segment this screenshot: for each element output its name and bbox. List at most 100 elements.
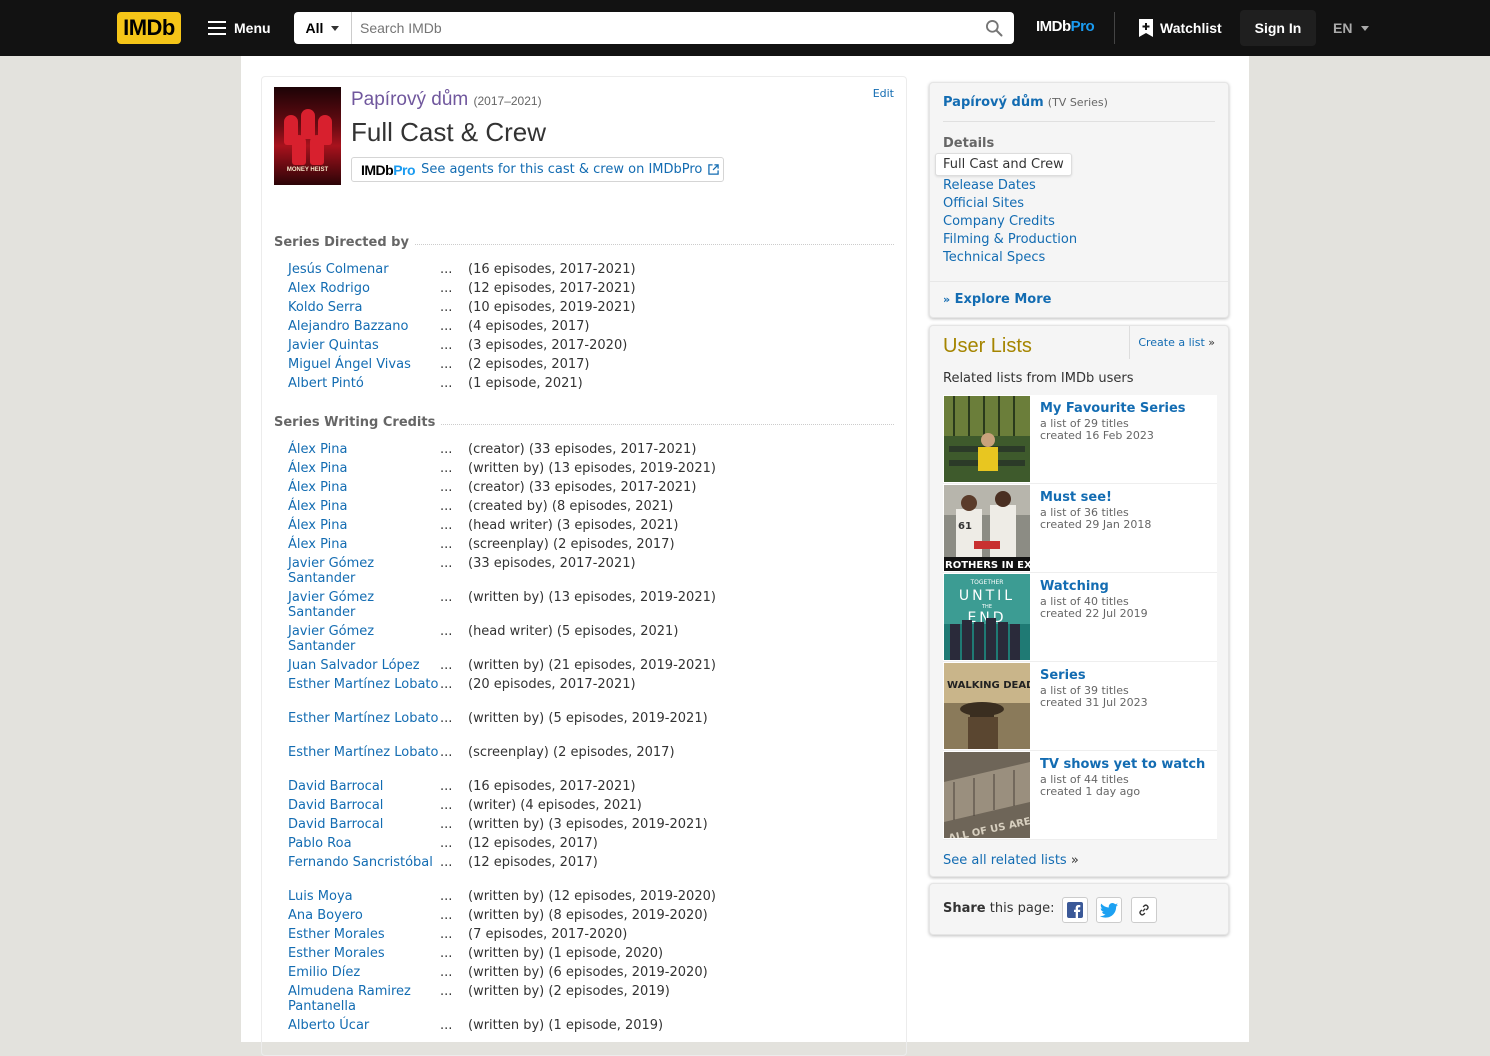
list-title-link[interactable]: My Favourite Series xyxy=(1040,401,1186,416)
share-copy-link-button[interactable] xyxy=(1131,897,1157,923)
person-link[interactable]: David Barrocal xyxy=(288,798,440,813)
credit-detail: (written by) (13 episodes, 2019-2021) xyxy=(468,590,716,605)
list-item[interactable]: TOGETHER UNTIL THE END Watching a list o… xyxy=(943,573,1217,662)
share-facebook-button[interactable] xyxy=(1062,897,1088,923)
create-list-link[interactable]: Create a list » xyxy=(1129,326,1215,359)
share-twitter-button[interactable] xyxy=(1096,897,1122,923)
watchlist-button[interactable]: Watchlist xyxy=(1130,12,1230,44)
sign-in-button[interactable]: Sign In xyxy=(1240,10,1316,46)
directed-by-list: Jesús Colmenar... (16 episodes, 2017-2021… xyxy=(288,262,888,395)
credit-detail: (head writer) (3 episodes, 2021) xyxy=(468,518,679,533)
list-thumbnail[interactable]: TOGETHER UNTIL THE END xyxy=(944,574,1030,660)
list-item[interactable]: WALKING DEAD Series a list of 39 titles c… xyxy=(943,662,1217,751)
list-thumbnail[interactable] xyxy=(944,396,1030,482)
list-thumbnail[interactable]: WALKING DEAD xyxy=(944,663,1030,749)
credit-row: Emilio Díez... (written by) (6 episodes, … xyxy=(288,965,708,980)
credit-detail: (7 episodes, 2017-2020) xyxy=(468,927,628,942)
person-link[interactable]: Esther Martínez Lobato xyxy=(288,745,440,760)
parent-title-link[interactable]: Papírový dům xyxy=(351,89,468,110)
person-link[interactable]: Álex Pina xyxy=(288,518,440,533)
credit-row: Alex Rodrigo... (12 episodes, 2017-2021) xyxy=(288,281,636,296)
imdb-logo[interactable]: IMDb xyxy=(117,12,181,44)
person-link[interactable]: Luis Moya xyxy=(288,889,440,904)
title-poster[interactable]: MONEY HEIST xyxy=(274,87,341,185)
credit-detail: (written by) (3 episodes, 2019-2021) xyxy=(468,817,708,832)
imdbpro-link[interactable]: IMDbPro xyxy=(1036,18,1095,38)
page-wrapper: MONEY HEIST Papírový dům (2017–2021) Edi… xyxy=(241,56,1249,1056)
search-category-dropdown[interactable]: All xyxy=(294,12,352,44)
divider xyxy=(930,281,1228,282)
person-link[interactable]: Álex Pina xyxy=(288,442,440,457)
list-item[interactable]: My Favourite Series a list of 29 titles c… xyxy=(943,395,1217,484)
person-link[interactable]: David Barrocal xyxy=(288,817,440,832)
person-link[interactable]: Albert Pintó xyxy=(288,376,440,391)
explore-more-button[interactable]: » Explore More xyxy=(943,292,1051,307)
sidebar-item-release-dates[interactable]: Release Dates xyxy=(943,177,1077,195)
person-link[interactable]: Esther Martínez Lobato xyxy=(288,711,440,726)
credit-detail: (written by) (12 episodes, 2019-2020) xyxy=(468,889,716,904)
person-link[interactable]: David Barrocal xyxy=(288,779,440,794)
language-selector[interactable]: EN xyxy=(1326,12,1376,44)
list-meta: a list of 39 titles created 31 Jul 2023 xyxy=(1040,684,1148,709)
person-link[interactable]: Fernando Sancristóbal xyxy=(288,855,440,870)
credit-row: Luis Moya... (written by) (12 episodes, 2… xyxy=(288,889,716,904)
list-title-link[interactable]: Must see! xyxy=(1040,490,1112,505)
person-link[interactable]: Javier Gómez Santander xyxy=(288,590,440,620)
list-item[interactable]: ALL OF US ARE DEAD TV shows yet to watch… xyxy=(943,751,1217,840)
see-all-related-lists[interactable]: See all related lists » xyxy=(943,853,1079,868)
person-link[interactable]: Alberto Úcar xyxy=(288,1018,440,1033)
search-input[interactable] xyxy=(352,13,974,43)
sidebar-item-company-credits[interactable]: Company Credits xyxy=(943,213,1077,231)
details-nav-list: Full Cast and Crew Release Dates Officia… xyxy=(935,153,1077,267)
person-link[interactable]: Esther Martínez Lobato xyxy=(288,677,440,692)
person-link[interactable]: Esther Morales xyxy=(288,927,440,942)
sidebar-item-technical-specs[interactable]: Technical Specs xyxy=(943,249,1077,267)
credit-row: Almudena Ramirez Pantanella... (written b… xyxy=(288,984,670,1014)
credit-row: Javier Gómez Santander... (written by) (1… xyxy=(288,590,716,620)
person-link[interactable]: Álex Pina xyxy=(288,499,440,514)
list-thumbnail[interactable]: 61 ROTHERS IN EXIL xyxy=(944,485,1030,571)
person-link[interactable]: Álex Pina xyxy=(288,537,440,552)
see-all-suffix: » xyxy=(1070,853,1079,868)
imdbpro-agents-banner[interactable]: IMDbPro See agents for this cast & crew … xyxy=(351,157,724,182)
credit-detail: (created by) (8 episodes, 2021) xyxy=(468,499,674,514)
credit-detail: (20 episodes, 2017-2021) xyxy=(468,677,636,692)
person-link[interactable]: Miguel Ángel Vivas xyxy=(288,357,440,372)
person-link[interactable]: Almudena Ramirez Pantanella xyxy=(288,984,440,1014)
sidebar-item-official-sites[interactable]: Official Sites xyxy=(943,195,1077,213)
person-link[interactable]: Pablo Roa xyxy=(288,836,440,851)
imdbpro-agents-link-text: See agents for this cast & crew on IMDbP… xyxy=(421,162,703,177)
edit-link[interactable]: Edit xyxy=(873,87,894,100)
credit-row: Esther Morales... (7 episodes, 2017-2020) xyxy=(288,927,628,942)
sidebar-series-link[interactable]: Papírový dům xyxy=(943,95,1044,110)
sidebar-item-full-cast-and-crew[interactable]: Full Cast and Crew xyxy=(935,153,1072,176)
credit-row: Miguel Ángel Vivas... (2 episodes, 2017) xyxy=(288,357,590,372)
list-title-link[interactable]: Watching xyxy=(1040,579,1109,594)
person-link[interactable]: Javier Gómez Santander xyxy=(288,556,440,586)
person-link[interactable]: Ana Boyero xyxy=(288,908,440,923)
list-title-link[interactable]: Series xyxy=(1040,668,1086,683)
credit-row: Ana Boyero... (written by) (8 episodes, 2… xyxy=(288,908,708,923)
credit-row: Esther Martínez Lobato... (20 episodes, 2… xyxy=(288,677,636,692)
person-link[interactable]: Álex Pina xyxy=(288,461,440,476)
search-button[interactable] xyxy=(974,12,1014,44)
person-link[interactable]: Jesús Colmenar xyxy=(288,262,440,277)
user-lists-subheading: Related lists from IMDb users xyxy=(943,371,1134,386)
person-link[interactable]: Emilio Díez xyxy=(288,965,440,980)
person-link[interactable]: Alejandro Bazzano xyxy=(288,319,440,334)
sidebar-item-filming-production[interactable]: Filming & Production xyxy=(943,231,1077,249)
person-link[interactable]: Alex Rodrigo xyxy=(288,281,440,296)
person-link[interactable]: Álex Pina xyxy=(288,480,440,495)
search-icon xyxy=(986,20,1003,37)
person-link[interactable]: Juan Salvador López xyxy=(288,658,440,673)
menu-button[interactable]: Menu xyxy=(200,12,280,44)
list-thumbnail[interactable]: ALL OF US ARE DEAD xyxy=(944,752,1030,838)
person-link[interactable]: Esther Morales xyxy=(288,946,440,961)
list-title-link[interactable]: TV shows yet to watch xyxy=(1040,757,1205,772)
person-link[interactable]: Koldo Serra xyxy=(288,300,440,315)
person-link[interactable]: Javier Gómez Santander xyxy=(288,624,440,654)
person-link[interactable]: Javier Quintas xyxy=(288,338,440,353)
share-box: Share this page: xyxy=(929,883,1229,935)
credit-row: Alejandro Bazzano... (4 episodes, 2017) xyxy=(288,319,590,334)
list-item[interactable]: 61 ROTHERS IN EXIL Must see! a list of 3… xyxy=(943,484,1217,573)
